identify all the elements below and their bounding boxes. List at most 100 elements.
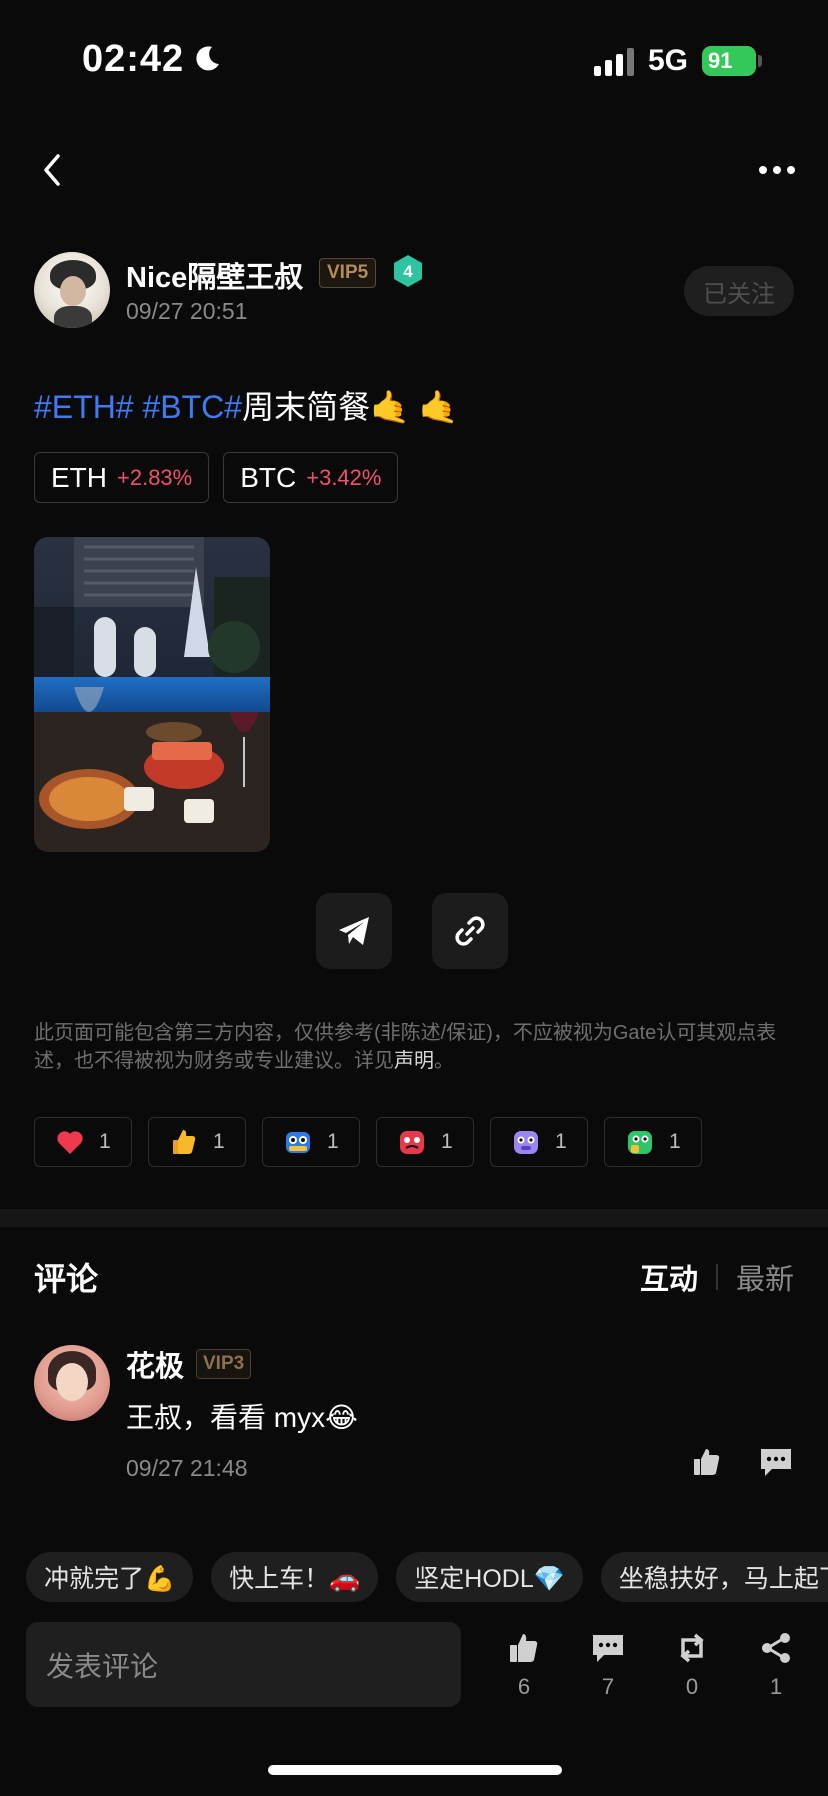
author-name[interactable]: Nice隔壁王叔 <box>126 254 303 296</box>
comment-input[interactable]: 发表评论 <box>26 1622 461 1707</box>
quick-reply-chip[interactable]: 快上车！🚗 <box>211 1552 379 1602</box>
sort-tab-latest[interactable]: 最新 <box>736 1256 794 1298</box>
quick-reply-chip[interactable]: 坚定HODL💎 <box>396 1552 583 1602</box>
ticker-change: +3.42% <box>306 464 382 490</box>
comment-sort-tabs: 互动 最新 <box>640 1256 794 1298</box>
comment-icon <box>593 1635 623 1662</box>
post-photo[interactable] <box>34 537 270 852</box>
share-actions <box>316 893 508 969</box>
comment-item: 花极 VIP3 王叔，看看 myx😂 09/27 21:48 <box>34 1343 794 1483</box>
angry-face-icon <box>400 1131 424 1154</box>
battery-cap <box>758 55 762 67</box>
comments-title: 评论 <box>34 1261 99 1297</box>
reaction-thumbs-up[interactable]: 1 <box>148 1117 246 1167</box>
disclaimer-link[interactable]: 声明 <box>394 1050 434 1072</box>
share-action[interactable]: 1 <box>746 1630 806 1700</box>
share-count: 1 <box>769 1674 783 1699</box>
comment-timestamp: 09/27 21:48 <box>126 1455 248 1481</box>
dot-icon <box>773 166 781 174</box>
top-nav <box>0 140 828 200</box>
ticker-change: +2.83% <box>117 464 193 490</box>
share-icon <box>762 1633 790 1663</box>
follow-button[interactable]: 已关注 <box>684 266 794 316</box>
post-content: #ETH# #BTC#周末简餐🤙 🤙 <box>34 382 459 428</box>
commenter-name[interactable]: 花极 <box>126 1343 184 1385</box>
reaction-heart[interactable]: 1 <box>34 1117 132 1167</box>
post-body: 周末简餐 <box>242 389 371 425</box>
green-monster-icon <box>628 1131 652 1154</box>
repost-count: 0 <box>685 1674 699 1699</box>
commenter-avatar[interactable] <box>34 1345 110 1421</box>
reaction-count: 1 <box>669 1130 681 1153</box>
copy-link-button[interactable] <box>432 893 508 969</box>
ticker-symbol: BTC <box>240 461 297 493</box>
reaction-purple-monster[interactable]: 1 <box>490 1117 588 1167</box>
like-icon <box>510 1634 538 1662</box>
battery-level: 91 <box>708 48 733 73</box>
link-icon <box>455 916 485 946</box>
hashtag-btc[interactable]: #BTC# <box>142 389 242 425</box>
reaction-count: 1 <box>441 1130 453 1153</box>
home-indicator[interactable] <box>268 1765 562 1775</box>
ticker-symbol: ETH <box>51 461 107 493</box>
reaction-hodl-robot[interactable]: 1 <box>262 1117 360 1167</box>
ticker-eth[interactable]: ETH +2.83% <box>34 452 210 503</box>
reaction-green-monster[interactable]: 1 <box>604 1117 702 1167</box>
moon-icon <box>196 46 219 71</box>
telegram-share-button[interactable] <box>316 893 392 969</box>
heart-icon <box>57 1131 83 1154</box>
avatar-body <box>54 306 92 328</box>
battery-icon: 91 <box>702 46 756 76</box>
reaction-count: 1 <box>213 1130 225 1153</box>
disclaimer-text: 此页面可能包含第三方内容，仅供参考(非陈述/保证)，不应被视为Gate认可其观点… <box>34 1019 804 1075</box>
dinner-photo-illustration <box>34 537 270 852</box>
quick-reply-chips: 冲就完了💪 快上车！🚗 坚定HODL💎 坐稳扶好，马上起飞 <box>26 1552 828 1602</box>
level-badge-icon: 4 <box>394 255 422 287</box>
comment-reply-icon[interactable] <box>758 1445 794 1479</box>
status-bar: 02:42 5G 91 <box>0 0 828 120</box>
clock: 02:42 <box>82 38 185 80</box>
network-label: 5G <box>648 44 689 77</box>
ticker-list: ETH +2.83% BTC +3.42% <box>34 452 399 503</box>
repost-icon <box>680 1633 704 1663</box>
dot-icon <box>787 166 795 174</box>
comments-header: 评论 互动 最新 <box>34 1250 794 1300</box>
ticker-btc[interactable]: BTC +3.42% <box>223 452 399 503</box>
avatar-face <box>56 1363 88 1401</box>
dot-icon <box>759 166 767 174</box>
comment-text: 王叔，看看 myx😂 <box>126 1402 358 1433</box>
back-icon[interactable] <box>30 148 74 192</box>
like-count: 6 <box>517 1674 531 1699</box>
purple-monster-icon <box>514 1131 538 1154</box>
reaction-count: 1 <box>555 1130 567 1153</box>
post-timestamp: 09/27 20:51 <box>126 298 248 324</box>
post-emoji: 🤙 🤙 <box>370 389 459 425</box>
telegram-icon <box>339 917 369 945</box>
signal-icon <box>594 48 634 76</box>
repost-action[interactable]: 0 <box>662 1630 722 1700</box>
author-avatar[interactable] <box>34 252 110 328</box>
avatar-face <box>60 276 86 306</box>
disclaimer-end: 。 <box>434 1050 454 1072</box>
hashtag-eth[interactable]: #ETH# <box>34 389 134 425</box>
post-author: Nice隔壁王叔 VIP5 4 09/27 20:51 已关注 <box>34 250 794 330</box>
reaction-bar: 1 1 1 1 1 1 <box>34 1117 702 1167</box>
vip-badge: VIP5 <box>319 258 377 288</box>
quick-reply-chip[interactable]: 坐稳扶好，马上起飞 <box>600 1552 828 1602</box>
comment-action[interactable]: 7 <box>578 1630 638 1700</box>
sort-separator <box>715 1264 718 1290</box>
thumbs-up-icon <box>173 1130 196 1154</box>
quick-reply-chip[interactable]: 冲就完了💪 <box>26 1552 194 1602</box>
level-number: 4 <box>403 262 413 281</box>
comment-count: 7 <box>601 1674 615 1699</box>
reaction-count: 1 <box>327 1130 339 1153</box>
like-action[interactable]: 6 <box>494 1630 554 1700</box>
hodl-robot-icon <box>286 1132 310 1153</box>
bottom-action-bar: 发表评论 6 7 0 1 <box>0 1622 828 1722</box>
comment-like-icon[interactable] <box>690 1445 724 1479</box>
commenter-vip-badge: VIP3 <box>196 1349 252 1379</box>
more-options-button[interactable] <box>752 152 802 188</box>
reaction-count: 1 <box>99 1130 111 1153</box>
sort-tab-interactive[interactable]: 互动 <box>640 1256 698 1298</box>
reaction-angry-face[interactable]: 1 <box>376 1117 474 1167</box>
